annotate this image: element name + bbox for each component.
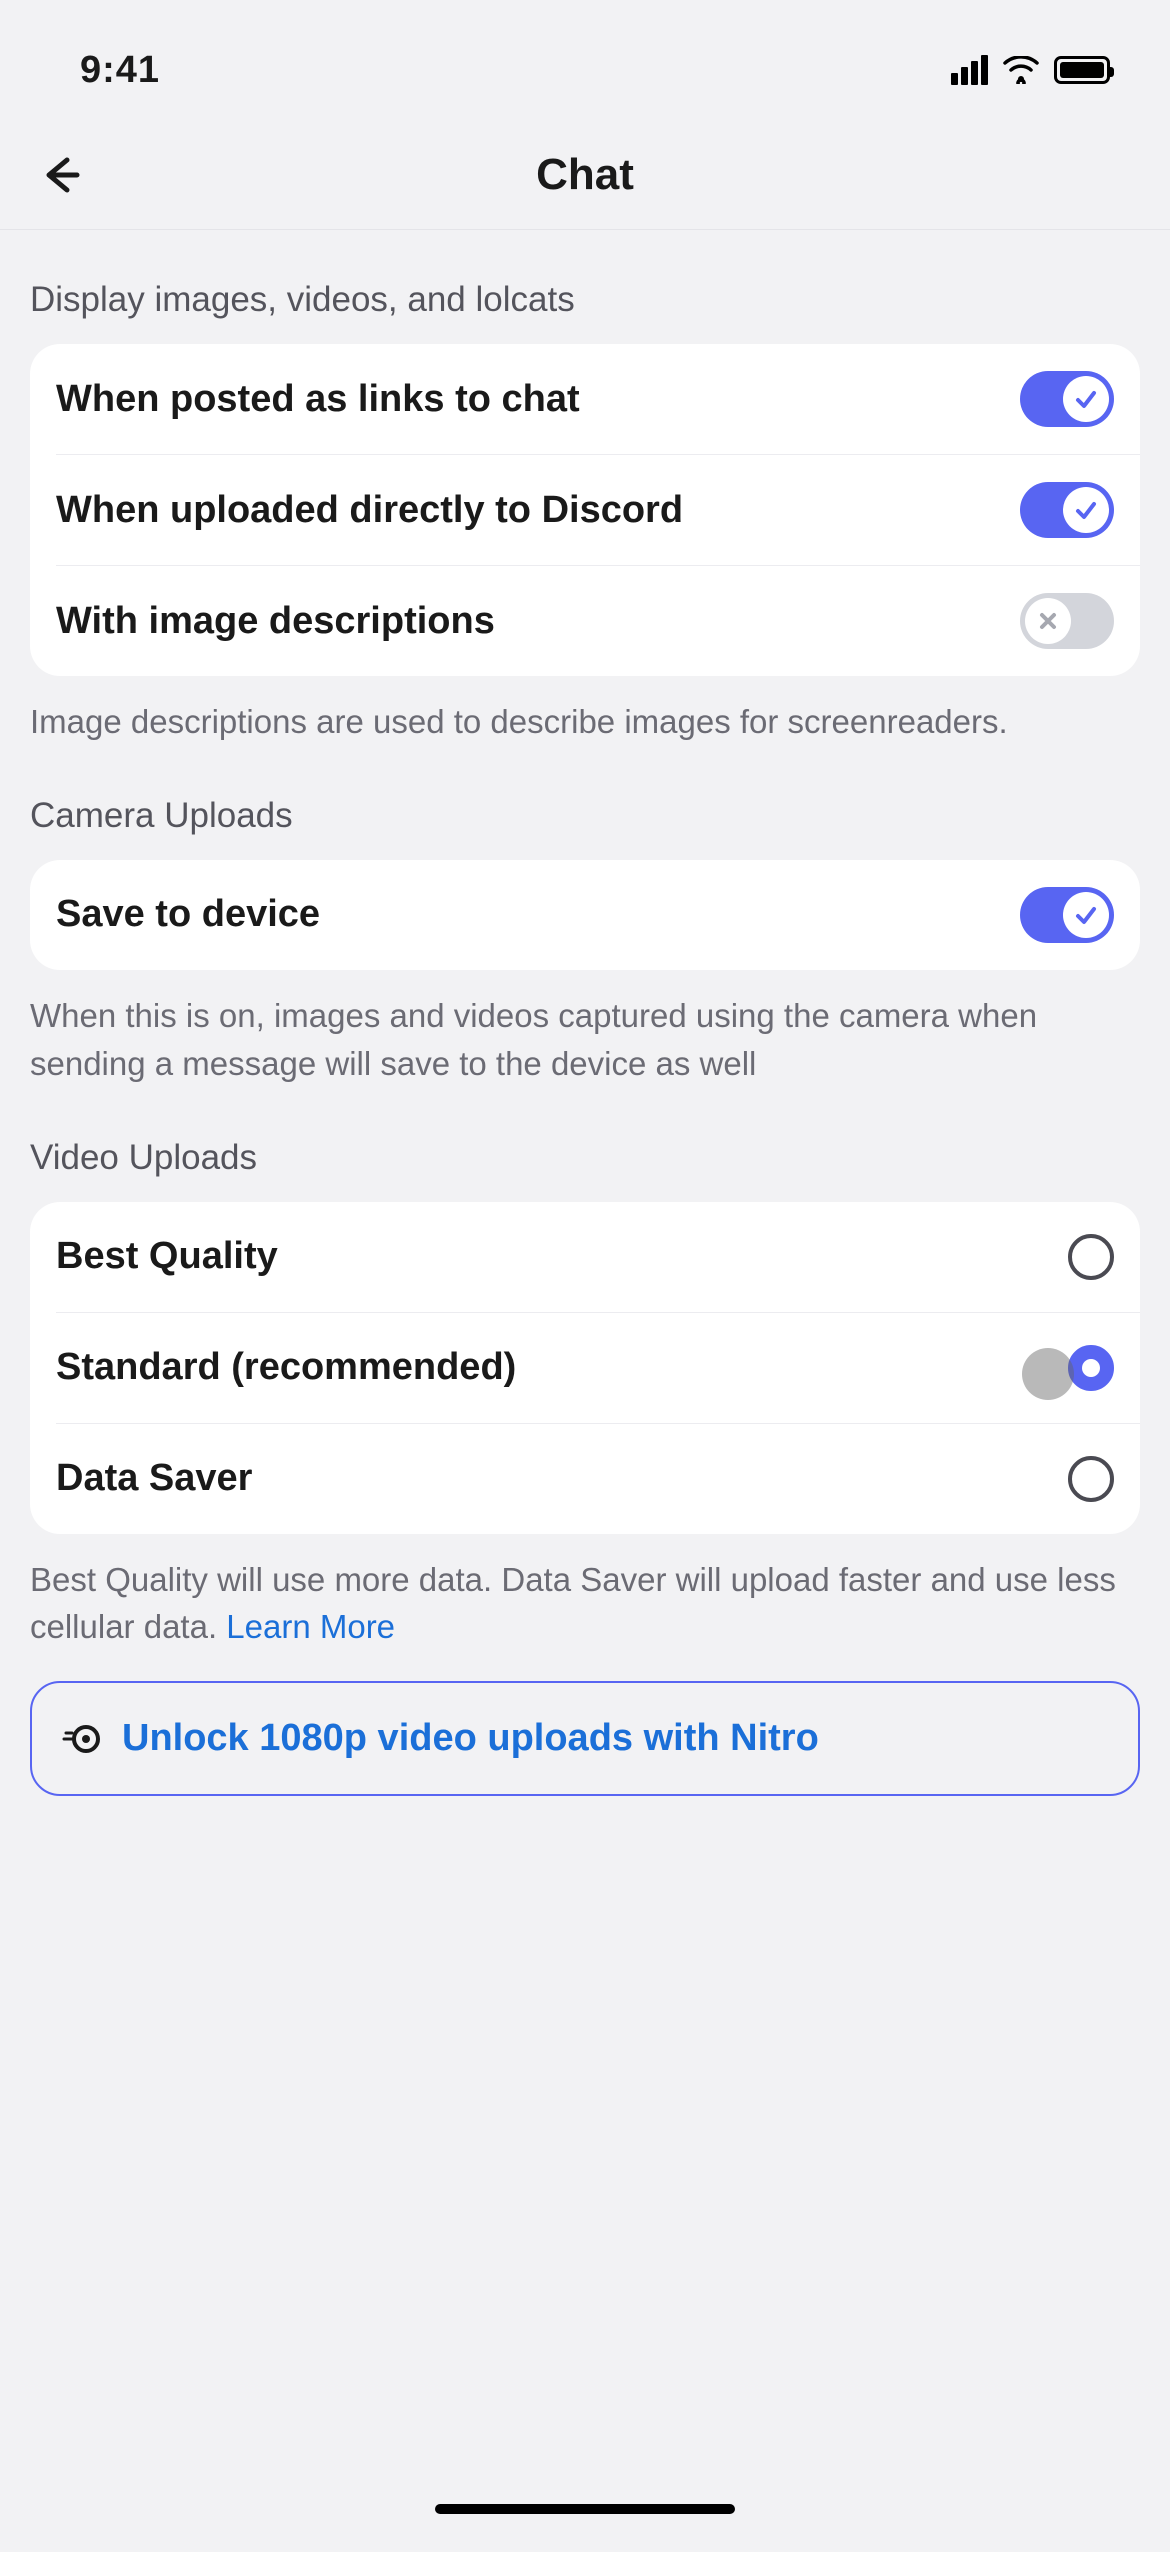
radio-standard[interactable]	[1068, 1345, 1114, 1391]
wifi-icon	[1002, 56, 1040, 84]
row-image-descriptions[interactable]: With image descriptions	[30, 566, 1140, 676]
toggle-uploaded-directly[interactable]	[1020, 482, 1114, 538]
check-icon	[1073, 497, 1099, 523]
display-card: When posted as links to chat When upload…	[30, 344, 1140, 676]
video-footer-text: Best Quality will use more data. Data Sa…	[30, 1561, 1116, 1646]
row-data-saver[interactable]: Data Saver	[30, 1424, 1140, 1534]
row-label: Data Saver	[56, 1457, 252, 1500]
learn-more-link[interactable]: Learn More	[226, 1608, 395, 1645]
check-icon	[1073, 386, 1099, 412]
video-card: Best Quality Standard (recommended) Data…	[30, 1202, 1140, 1534]
arrow-left-icon	[37, 152, 83, 198]
row-best-quality[interactable]: Best Quality	[30, 1202, 1140, 1312]
row-label: Standard (recommended)	[56, 1346, 516, 1389]
section-header-video: Video Uploads	[30, 1088, 1140, 1202]
radio-best-quality[interactable]	[1068, 1234, 1114, 1280]
toggle-save-to-device[interactable]	[1020, 887, 1114, 943]
row-label: Save to device	[56, 893, 320, 936]
back-button[interactable]	[30, 145, 90, 205]
row-label: With image descriptions	[56, 600, 495, 643]
toggle-image-descriptions[interactable]	[1020, 593, 1114, 649]
toggle-posted-as-links[interactable]	[1020, 371, 1114, 427]
row-save-to-device[interactable]: Save to device	[30, 860, 1140, 970]
x-icon	[1036, 609, 1060, 633]
row-posted-as-links[interactable]: When posted as links to chat	[30, 344, 1140, 454]
section-footer-display: Image descriptions are used to describe …	[30, 676, 1140, 746]
section-header-display: Display images, videos, and lolcats	[30, 230, 1140, 344]
status-bar: 9:41	[0, 20, 1170, 120]
battery-icon	[1054, 56, 1110, 84]
status-icons	[951, 55, 1110, 85]
page-header: Chat	[0, 120, 1170, 230]
camera-card: Save to device	[30, 860, 1140, 970]
row-standard[interactable]: Standard (recommended)	[30, 1313, 1140, 1423]
radio-data-saver[interactable]	[1068, 1456, 1114, 1502]
row-label: When uploaded directly to Discord	[56, 489, 683, 532]
row-uploaded-directly[interactable]: When uploaded directly to Discord	[30, 455, 1140, 565]
section-footer-camera: When this is on, images and videos captu…	[30, 970, 1140, 1088]
nitro-banner[interactable]: Unlock 1080p video uploads with Nitro	[30, 1681, 1140, 1796]
status-time: 9:41	[80, 49, 160, 92]
nitro-text: Unlock 1080p video uploads with Nitro	[122, 1717, 819, 1760]
cellular-icon	[951, 55, 988, 85]
nitro-icon	[62, 1719, 102, 1759]
row-label: When posted as links to chat	[56, 378, 580, 421]
home-indicator	[435, 2504, 735, 2514]
row-label: Best Quality	[56, 1235, 278, 1278]
page-title: Chat	[536, 150, 634, 200]
section-footer-video: Best Quality will use more data. Data Sa…	[30, 1534, 1140, 1652]
section-header-camera: Camera Uploads	[30, 746, 1140, 860]
check-icon	[1073, 902, 1099, 928]
